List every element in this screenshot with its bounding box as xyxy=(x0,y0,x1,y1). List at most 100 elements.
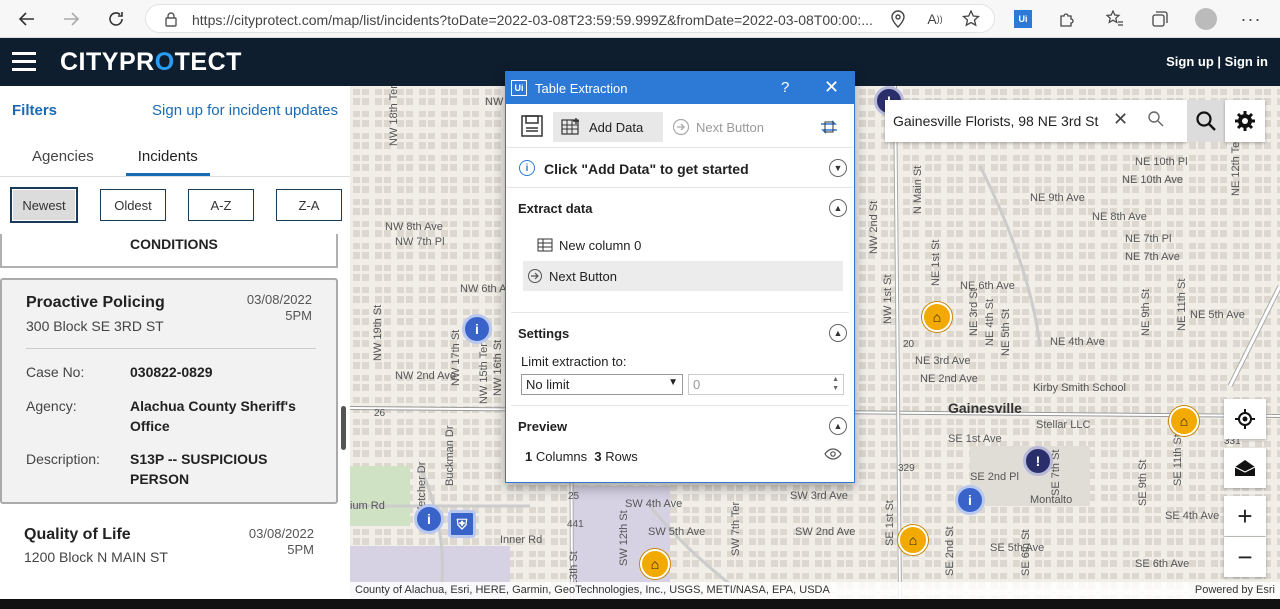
card-divider xyxy=(26,348,316,349)
sort-az-button[interactable]: A-Z xyxy=(188,189,254,221)
powered-by-text[interactable]: Powered by Esri xyxy=(1195,584,1275,596)
auth-links[interactable]: Sign up | Sign in xyxy=(1166,54,1268,69)
police-station-marker[interactable]: ⛨ xyxy=(448,510,476,538)
url-text: https://cityprotect.com/map/list/inciden… xyxy=(192,12,873,28)
map-attribution: County of Alachua, Esri, HERE, Garmin, G… xyxy=(350,582,1280,599)
back-icon[interactable] xyxy=(14,6,40,32)
zoom-out-button[interactable]: − xyxy=(1224,537,1266,577)
limit-extraction-select[interactable]: No limit ▼ xyxy=(521,374,683,395)
city-label: Gainesville xyxy=(948,400,1022,416)
incident-description-partial: CONDITIONS xyxy=(130,236,218,252)
tabs-divider xyxy=(0,176,350,177)
info-incident-marker[interactable]: i xyxy=(462,314,492,344)
street-label: NE 3rd Ave xyxy=(915,355,971,367)
arrow-circle-icon xyxy=(528,269,542,283)
quality-of-life-marker[interactable]: ⌂ xyxy=(640,549,670,579)
eye-icon[interactable] xyxy=(824,448,842,460)
zoom-in-button[interactable]: + xyxy=(1224,496,1266,536)
street-label: NE 3rd St xyxy=(968,288,980,336)
add-data-button[interactable]: Add Data xyxy=(553,112,663,142)
sort-za-button[interactable]: Z-A xyxy=(276,189,342,221)
help-icon[interactable]: ? xyxy=(781,79,789,96)
search-icon[interactable] xyxy=(1147,110,1165,128)
quality-of-life-marker[interactable]: ⌂ xyxy=(922,302,952,332)
incident-title: Quality of Life xyxy=(24,526,131,543)
hamburger-menu-icon[interactable] xyxy=(12,52,36,72)
forward-icon[interactable] xyxy=(58,6,84,32)
address-bar[interactable]: https://cityprotect.com/map/list/inciden… xyxy=(145,4,995,33)
search-icon xyxy=(1196,111,1216,131)
incident-card-selected[interactable]: Proactive Policing 300 Block SE 3RD ST 0… xyxy=(0,278,338,504)
sort-newest-button[interactable]: Newest xyxy=(10,187,78,223)
close-icon[interactable]: ✕ xyxy=(824,77,839,98)
favorite-star-icon[interactable] xyxy=(958,6,984,32)
incident-card[interactable]: Quality of Life 1200 Block N MAIN ST 03/… xyxy=(0,514,338,609)
profile-avatar-icon[interactable] xyxy=(1193,6,1219,32)
map-search-input[interactable]: Gainesville Florists, 98 NE 3rd St xyxy=(893,113,1113,129)
crosshair-icon xyxy=(1235,409,1255,429)
chevron-up-icon[interactable]: ▲ xyxy=(829,324,847,342)
route-label: 329 xyxy=(898,463,915,474)
incident-date: 03/08/2022 xyxy=(248,526,314,541)
tab-agencies[interactable]: Agencies xyxy=(20,148,106,176)
incident-list-panel: Filters Sign up for incident updates Age… xyxy=(0,86,350,609)
plus-icon: + xyxy=(1237,500,1253,531)
refresh-icon[interactable] xyxy=(103,6,129,32)
info-incident-marker[interactable]: i xyxy=(955,485,985,515)
map-search-box[interactable]: Gainesville Florists, 98 NE 3rd St ✕ xyxy=(885,100,1187,142)
case-label: Case No: xyxy=(26,364,85,380)
incident-updates-link[interactable]: Sign up for incident updates xyxy=(152,102,338,119)
street-label: NW 2nd Ave xyxy=(395,370,456,382)
filters-link[interactable]: Filters xyxy=(12,102,57,119)
chevron-down-icon[interactable]: ▼ xyxy=(829,159,847,177)
tab-incidents[interactable]: Incidents xyxy=(125,148,210,176)
quality-of-life-marker[interactable]: ⌂ xyxy=(898,525,928,555)
street-label: NW 19th St xyxy=(372,304,384,361)
collections-icon[interactable] xyxy=(1147,6,1173,32)
route-label: 20 xyxy=(903,339,915,350)
street-label: NE 4th Ave xyxy=(1050,336,1105,348)
chevron-up-icon[interactable]: ▲ xyxy=(829,417,847,435)
sort-oldest-button[interactable]: Oldest xyxy=(100,189,166,221)
quality-of-life-marker[interactable]: ⌂ xyxy=(1169,406,1199,436)
save-icon[interactable] xyxy=(519,113,545,139)
incident-card-partial[interactable]: CONDITIONS xyxy=(0,234,338,268)
more-menu-icon[interactable]: ··· xyxy=(1238,6,1264,32)
incident-title: Proactive Policing xyxy=(26,294,165,311)
dialog-toolbar: Add Data Next Button xyxy=(506,104,854,148)
list-scrollbar[interactable] xyxy=(341,406,346,450)
street-label: NE 11th St xyxy=(1176,278,1188,331)
locate-me-button[interactable] xyxy=(1224,399,1266,439)
street-label: Buckman Dr xyxy=(444,425,456,486)
chevron-up-icon[interactable]: ▲ xyxy=(829,199,847,217)
cityprotect-logo[interactable]: CITYPROTECT xyxy=(60,48,242,77)
incident-date: 03/08/2022 xyxy=(246,292,312,307)
street-label: NW xyxy=(485,96,504,108)
extract-column-item[interactable]: New column 0 xyxy=(523,230,843,260)
location-icon[interactable] xyxy=(885,6,911,32)
search-submit-button[interactable] xyxy=(1187,100,1225,142)
map-settings-button[interactable] xyxy=(1225,100,1265,142)
extract-next-button-item[interactable]: Next Button xyxy=(523,261,843,291)
minus-icon: − xyxy=(1237,541,1253,572)
incident-marker[interactable]: ! xyxy=(1023,446,1053,476)
browser-toolbar: https://cityprotect.com/map/list/inciden… xyxy=(0,0,1280,38)
basemap-layers-button[interactable] xyxy=(1224,448,1266,488)
layers-icon xyxy=(1234,460,1256,476)
read-aloud-icon[interactable]: A)) xyxy=(922,6,948,32)
agency-label: Agency: xyxy=(26,398,77,414)
info-incident-marker[interactable]: i xyxy=(414,504,444,534)
uipath-extension-icon[interactable]: Ui xyxy=(1010,6,1036,32)
refresh-schema-icon[interactable] xyxy=(818,116,840,138)
spinner-icon[interactable]: ▲ ▼ xyxy=(832,375,839,393)
extensions-icon[interactable] xyxy=(1054,6,1080,32)
favorites-icon[interactable] xyxy=(1102,6,1128,32)
street-label: SW 5th Ave xyxy=(648,526,706,538)
next-button-toolbar[interactable]: Next Button xyxy=(672,112,764,142)
street-label: SE 5th Ave xyxy=(990,542,1045,554)
limit-number-input[interactable]: 0 ▲ ▼ xyxy=(688,374,844,395)
clear-search-icon[interactable]: ✕ xyxy=(1113,109,1128,130)
description-value: S13P -- SUSPICIOUS PERSON xyxy=(130,451,268,487)
street-label: NW 8th Ave xyxy=(385,221,443,233)
dialog-title-bar[interactable]: Ui Table Extraction ? ✕ xyxy=(506,72,854,104)
